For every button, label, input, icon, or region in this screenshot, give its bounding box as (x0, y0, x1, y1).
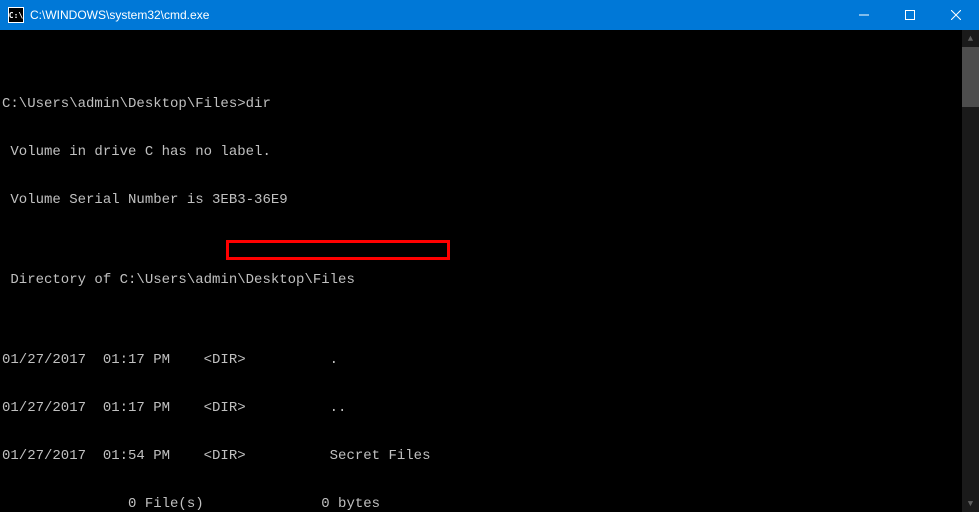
cmd-window: C:\ C:\WINDOWS\system32\cmd.exe C:\Users… (0, 0, 979, 512)
scrollbar-down-button[interactable]: ▼ (962, 495, 979, 512)
terminal-line: 01/27/2017 01:17 PM <DIR> . (2, 352, 979, 368)
close-button[interactable] (933, 0, 979, 30)
scrollbar[interactable]: ▲ ▼ (962, 30, 979, 512)
terminal-line: 01/27/2017 01:54 PM <DIR> Secret Files (2, 448, 979, 464)
maximize-icon (905, 10, 915, 20)
titlebar-buttons (841, 0, 979, 30)
minimize-icon (859, 10, 869, 20)
highlight-annotation (226, 240, 450, 260)
titlebar[interactable]: C:\ C:\WINDOWS\system32\cmd.exe (0, 0, 979, 30)
cmd-icon: C:\ (8, 7, 24, 23)
maximize-button[interactable] (887, 0, 933, 30)
scrollbar-thumb[interactable] (962, 47, 979, 107)
window-title: C:\WINDOWS\system32\cmd.exe (30, 8, 841, 22)
close-icon (951, 10, 961, 20)
scrollbar-up-button[interactable]: ▲ (962, 30, 979, 47)
minimize-button[interactable] (841, 0, 887, 30)
cmd-icon-text: C:\ (9, 11, 23, 20)
terminal-line: 01/27/2017 01:17 PM <DIR> .. (2, 400, 979, 416)
terminal-line: Directory of C:\Users\admin\Desktop\File… (2, 272, 979, 288)
terminal-line: Volume Serial Number is 3EB3-36E9 (2, 192, 979, 208)
terminal-line: 0 File(s) 0 bytes (2, 496, 979, 512)
terminal-area[interactable]: C:\Users\admin\Desktop\Files>dir Volume … (0, 30, 979, 512)
terminal-line: C:\Users\admin\Desktop\Files>dir (2, 96, 979, 112)
terminal-line: Volume in drive C has no label. (2, 144, 979, 160)
